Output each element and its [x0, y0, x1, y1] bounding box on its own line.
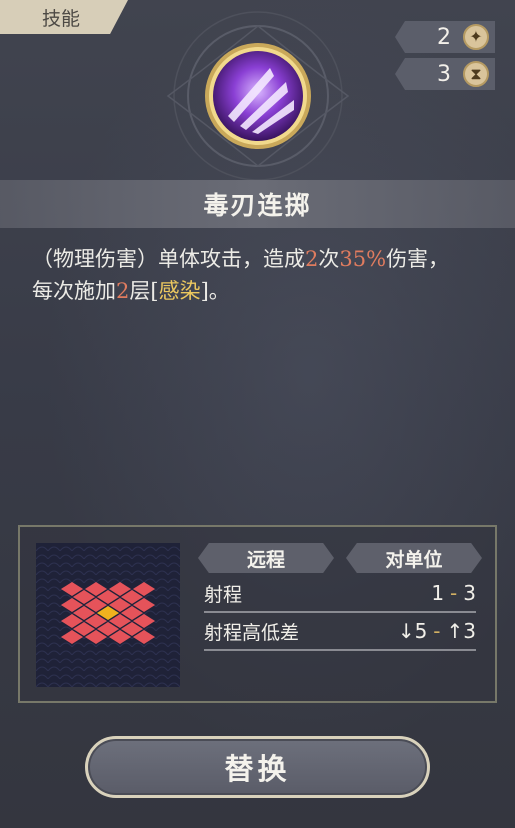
range-max: 3 [463, 581, 476, 605]
desc-text: （物理伤害）单体攻击，造成 [32, 247, 305, 271]
range-value: 1-3 [431, 581, 476, 605]
tag-target-label: 对单位 [385, 548, 443, 571]
tag-single-target: 对单位 [346, 543, 482, 573]
range-info-box: 远程 对单位 射程 1-3 射程高低差 ↓5- ↑3 [18, 525, 497, 703]
skill-description: （物理伤害）单体攻击，造成2次35%伤害， 每次施加2层[感染]。 [32, 243, 492, 307]
range-label: 射程 [204, 583, 243, 606]
range-grid [36, 543, 180, 687]
tag-ranged: 远程 [198, 543, 334, 573]
height-down: ↓5 [397, 619, 428, 643]
desc-text: 层[ [129, 279, 159, 303]
cost-value: 2 [437, 24, 451, 50]
hourglass-icon: ⧗ [463, 61, 489, 87]
skill-emblem [166, 11, 350, 181]
desc-text: ]。 [200, 279, 230, 303]
height-diff-row: 射程高低差 ↓5- ↑3 [204, 613, 476, 651]
desc-number: 35% [339, 247, 387, 271]
desc-text: 每次施加 [32, 279, 116, 303]
skill-title-band: 毒刃连掷 [0, 180, 515, 228]
tab-label: 技能 [42, 7, 81, 30]
cooldown-stat: 3 ⧗ [395, 58, 495, 90]
height-up: ↑3 [446, 619, 476, 643]
replace-button[interactable]: 替换 [85, 736, 430, 798]
tab-skill[interactable]: 技能 [0, 0, 128, 34]
tag-ranged-label: 远程 [246, 548, 285, 571]
range-row: 射程 1-3 [204, 575, 476, 613]
desc-number: 2 [116, 279, 130, 303]
skill-name: 毒刃连掷 [203, 191, 312, 220]
replace-button-label: 替换 [224, 752, 291, 786]
desc-line-2: 每次施加2层[感染]。 [32, 275, 492, 307]
range-diagram [36, 543, 180, 687]
sparkle-icon: ✦ [463, 24, 489, 50]
desc-text: 伤害， [386, 247, 450, 271]
cost-stat: 2 ✦ [395, 21, 495, 53]
height-diff-label: 射程高低差 [204, 621, 300, 644]
cooldown-value: 3 [437, 61, 451, 87]
skill-panel: 技能 2 ✦ 3 ⧗ 毒刃连掷 （物理伤害）单体攻击，造成2次35%伤害， 每次… [0, 0, 515, 828]
desc-line-1: （物理伤害）单体攻击，造成2次35%伤害， [32, 243, 492, 275]
desc-number: 2 [305, 247, 319, 271]
range-min: 1 [431, 581, 445, 605]
desc-text: 次 [318, 247, 340, 271]
height-diff-value: ↓5- ↑3 [397, 619, 476, 643]
keyword-infection[interactable]: 感染 [159, 279, 201, 303]
